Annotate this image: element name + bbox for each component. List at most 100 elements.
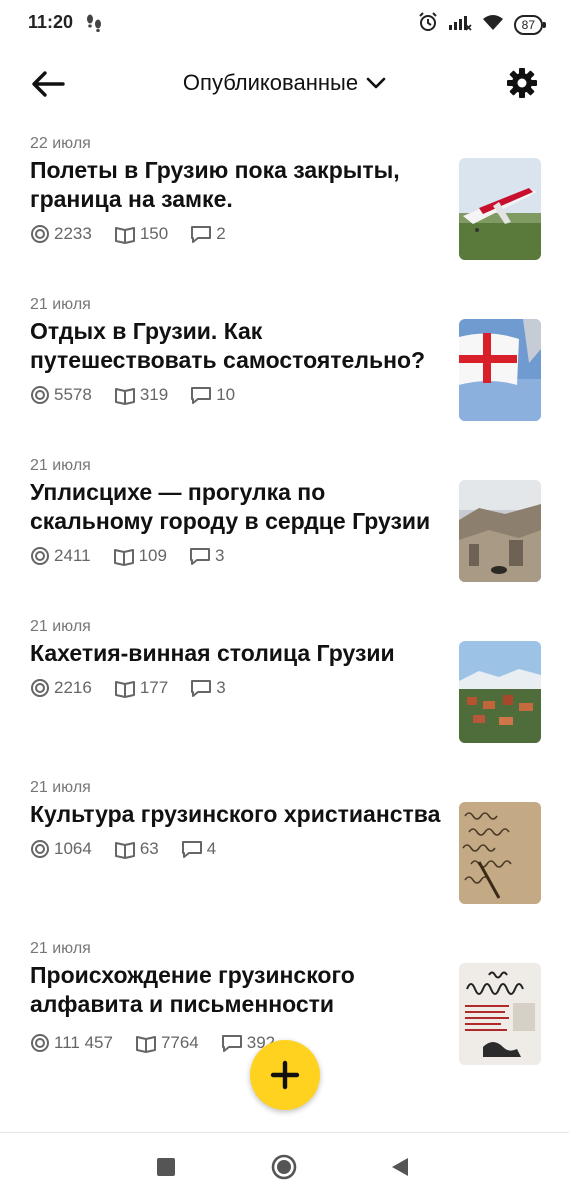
comments-stat: 4 — [181, 839, 216, 859]
article-item[interactable]: 21 июля Отдых в Грузии. Как путешествова… — [0, 289, 569, 450]
back-triangle-icon — [392, 1158, 408, 1176]
views-count: 2411 — [54, 546, 91, 565]
title-dropdown[interactable]: Опубликованные — [183, 70, 386, 96]
status-bar: 11:20 87 — [0, 0, 569, 46]
article-date: 21 июля — [30, 457, 91, 474]
article-title[interactable]: Культура грузинского христианства — [30, 800, 442, 829]
views-stat: 5578 — [30, 385, 92, 405]
comment-icon — [221, 1035, 242, 1052]
views-count: 2216 — [54, 678, 92, 697]
eye-circle-icon — [31, 840, 49, 858]
top-app-bar: Опубликованные — [0, 60, 569, 108]
article-item[interactable]: 22 июля Полеты в Грузию пока закрыты, гр… — [0, 128, 569, 289]
article-title[interactable]: Кахетия-винная столица Грузии — [30, 639, 442, 668]
reads-stat: 319 — [114, 385, 168, 405]
book-icon — [114, 227, 135, 244]
georgian-flag-photo — [459, 319, 541, 421]
reads-count: 177 — [139, 678, 169, 697]
views-stat: 2216 — [30, 678, 92, 698]
reads-stat: 177 — [114, 678, 168, 698]
home-button[interactable] — [270, 1153, 298, 1181]
page-title: Опубликованные — [182, 70, 359, 95]
comments-count: 4 — [206, 839, 217, 858]
article-stats: 2411 109 3 — [30, 546, 224, 566]
article-title[interactable]: Уплисцихе — прогулка по скальному городу… — [30, 478, 442, 536]
recents-button[interactable] — [152, 1153, 180, 1181]
views-stat: 2233 — [30, 224, 92, 244]
book-icon — [114, 388, 135, 405]
article-thumbnail[interactable] — [459, 480, 541, 582]
article-stats: 2216 177 3 — [30, 678, 226, 698]
eye-circle-icon — [31, 1034, 49, 1052]
comments-count: 2 — [216, 224, 226, 243]
kakheti-town-photo — [459, 641, 541, 743]
comment-icon — [189, 548, 210, 565]
gear-icon — [507, 68, 537, 98]
reads-count: 150 — [139, 224, 169, 243]
article-title[interactable]: Отдых в Грузии. Как путешествовать самос… — [30, 317, 442, 375]
plus-icon — [270, 1060, 300, 1090]
reads-count: 7764 — [160, 1033, 199, 1052]
airplane-photo — [459, 158, 541, 260]
comments-count: 10 — [216, 385, 236, 404]
article-item[interactable]: 21 июля Культура грузинского христианств… — [0, 772, 569, 933]
comment-icon — [191, 387, 212, 404]
article-stats: 2233 150 2 — [30, 224, 226, 244]
eye-circle-icon — [31, 679, 49, 697]
article-thumbnail[interactable] — [459, 802, 541, 904]
book-icon — [114, 681, 135, 698]
reads-count: 109 — [138, 546, 167, 565]
views-count: 1064 — [54, 839, 92, 858]
eye-circle-icon — [31, 386, 49, 404]
rock-city-photo — [459, 480, 541, 582]
comments-stat: 10 — [190, 385, 235, 405]
article-title[interactable]: Полеты в Грузию пока закрыты, граница на… — [30, 156, 442, 214]
views-stat: 1064 — [30, 839, 92, 859]
views-count: 2233 — [54, 224, 92, 243]
book-icon — [135, 1036, 156, 1053]
reads-stat: 63 — [114, 839, 159, 859]
article-thumbnail[interactable] — [459, 319, 541, 421]
back-nav-button[interactable] — [386, 1153, 414, 1181]
reads-stat: 109 — [113, 546, 167, 566]
alarm-icon — [418, 12, 438, 37]
eye-circle-icon — [31, 225, 49, 243]
article-stats: 5578 319 10 — [30, 385, 235, 405]
views-count: 111 457 — [54, 1033, 113, 1052]
comment-icon — [191, 226, 212, 243]
recents-square-icon — [157, 1158, 175, 1176]
comment-icon — [191, 680, 212, 697]
article-thumbnail[interactable] — [459, 641, 541, 743]
book-icon — [113, 549, 134, 566]
article-date: 21 июля — [30, 618, 91, 635]
title-dropdown-wrap: Опубликованные — [0, 70, 569, 96]
comments-count: 3 — [216, 678, 226, 697]
battery-level: 87 — [521, 17, 535, 32]
comments-stat: 3 — [189, 546, 224, 566]
views-stat: 111 457 — [30, 1033, 113, 1053]
article-item[interactable]: 21 июля Уплисцихе — прогулка по скальном… — [0, 450, 569, 611]
views-count: 5578 — [54, 385, 92, 404]
settings-button[interactable] — [505, 66, 539, 100]
status-time: 11:20 — [28, 12, 74, 32]
reads-stat: 150 — [114, 224, 168, 244]
chevron-down-icon — [366, 77, 386, 89]
article-date: 21 июля — [30, 296, 91, 313]
book-icon — [114, 842, 135, 859]
views-stat: 2411 — [30, 546, 91, 566]
article-stats: 1064 63 4 — [30, 839, 216, 859]
comments-count: 3 — [214, 546, 225, 565]
article-thumbnail[interactable] — [459, 158, 541, 260]
article-date: 21 июля — [30, 940, 91, 957]
article-date: 22 июля — [30, 135, 91, 152]
wifi-icon — [482, 13, 504, 36]
comments-stat: 2 — [190, 224, 226, 244]
battery-icon: 87 — [513, 14, 547, 35]
add-article-button[interactable] — [250, 1040, 320, 1110]
article-title[interactable]: Происхождение грузинского алфавита и пис… — [30, 961, 442, 1019]
articles-list: 22 июля Полеты в Грузию пока закрыты, гр… — [0, 128, 569, 1094]
eye-circle-icon — [31, 547, 49, 565]
article-thumbnail[interactable] — [459, 963, 541, 1065]
article-date: 21 июля — [30, 779, 91, 796]
article-item[interactable]: 21 июля Кахетия-винная столица Грузии 22… — [0, 611, 569, 772]
